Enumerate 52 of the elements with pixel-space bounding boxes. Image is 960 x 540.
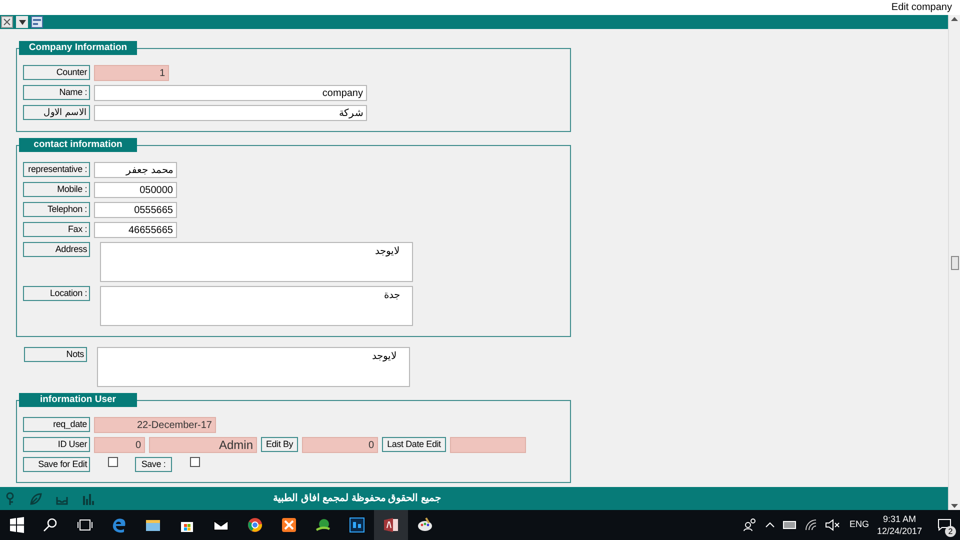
field-label: Save for Edit [23,457,90,472]
field-label: Name : [23,85,90,100]
checkbox[interactable] [108,457,118,467]
form-icon[interactable] [31,16,43,28]
input-field[interactable]: شركة [94,105,367,121]
input-field[interactable]: 050000 [94,182,177,198]
field-label: Nots [24,347,87,362]
field-label: Address [23,242,90,257]
checkbox[interactable] [190,457,200,467]
people-icon[interactable] [743,518,758,532]
group-title: information User [19,393,137,407]
locked-field[interactable]: 0 [94,437,145,453]
group-title: Company Information [19,41,137,55]
muted-speaker-icon[interactable] [825,519,842,531]
input-field[interactable]: 46655665 [94,222,177,238]
field-label: Counter [23,65,90,80]
field-label: Fax : [23,222,90,237]
scroll-up-icon[interactable] [951,17,958,21]
language-indicator[interactable]: ENG [849,518,869,532]
footer-text: جميع الحقوق محفوظة لمجمع افاق الطبية [273,492,441,506]
field-label: Location : [23,286,90,301]
close-icon[interactable] [1,16,13,28]
scroll-down-icon[interactable] [951,504,958,508]
locked-field[interactable]: 0 [302,437,378,453]
caret-up-icon[interactable] [765,522,776,528]
taskbar-access-icon[interactable] [374,510,408,540]
group-title: contact information [19,138,137,152]
field-label: ID User [23,437,90,452]
field-label: req_date [23,417,90,432]
field-label: Last Date Edit [382,437,446,452]
field-label: Save : [135,457,172,472]
input-field[interactable]: 0555665 [94,202,177,218]
input-field[interactable]: محمد جعفر [94,162,177,178]
battery-icon[interactable] [783,521,798,529]
locked-field[interactable]: 1 [94,65,169,81]
field-label: representative : [23,162,90,177]
text-area[interactable]: جدة [100,286,413,326]
field-label: Edit By [261,437,298,452]
field-label: Telephon : [23,202,90,217]
field-label: الاسم الاول [23,105,90,120]
scroll-thumb[interactable] [950,256,958,270]
wifi-icon[interactable] [805,519,818,531]
input-field[interactable]: company [94,85,367,101]
clock[interactable]: 9:31 AM 12/24/2017 [876,513,922,537]
window-title: Edit company [891,1,952,15]
text-area[interactable]: لايوجد [100,242,413,282]
locked-field[interactable] [450,437,526,453]
dropdown-icon[interactable] [16,16,28,28]
locked-field[interactable]: Admin [149,437,257,453]
text-area[interactable]: لايوجد [97,347,410,387]
locked-field[interactable]: 22-December-17 [94,417,216,433]
field-label: Mobile : [23,182,90,197]
